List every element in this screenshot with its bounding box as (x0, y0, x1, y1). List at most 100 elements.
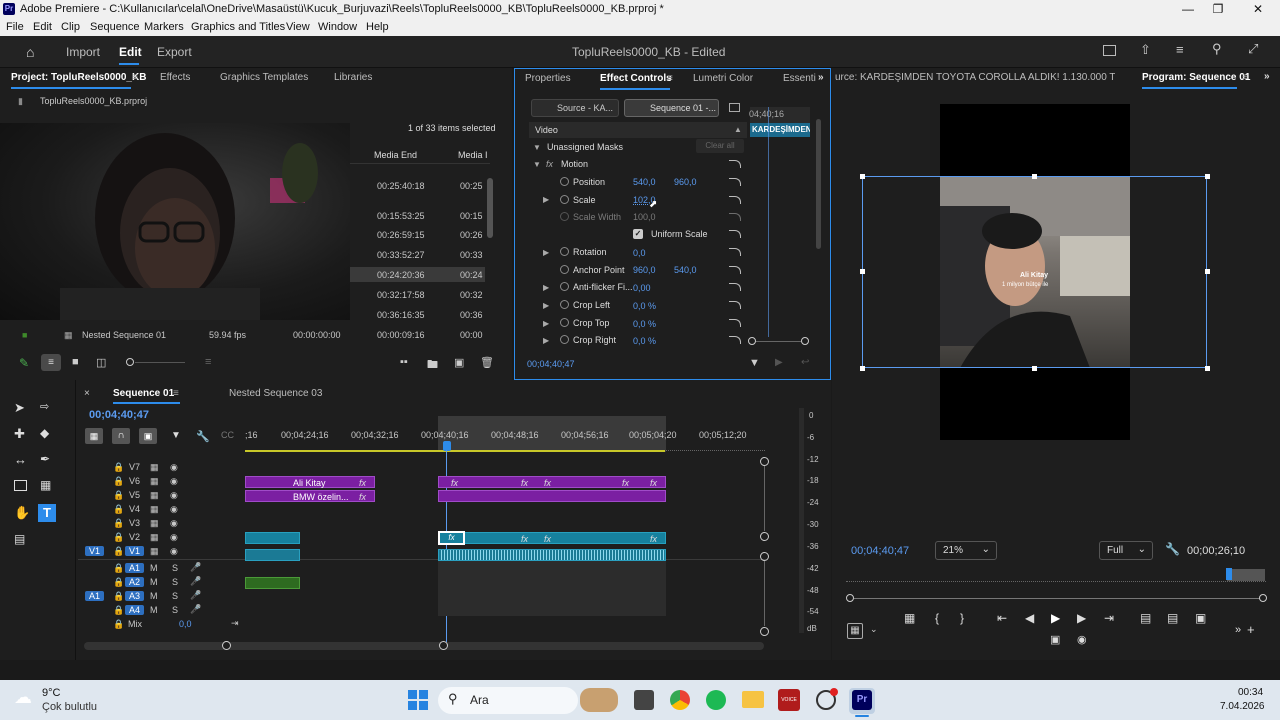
reset-antiflicker-icon[interactable] (729, 283, 741, 291)
reset-scale-icon[interactable] (729, 196, 741, 204)
close-icon[interactable]: ✕ (1248, 2, 1268, 16)
timeline-settings-icon[interactable]: 🔧 (196, 430, 210, 443)
menu-markers[interactable]: Markers (144, 21, 184, 33)
track-sync-icon[interactable]: ▦ (150, 532, 159, 543)
rotation-value[interactable]: 0,0 (633, 248, 646, 258)
program-playhead[interactable] (1226, 568, 1232, 580)
file-explorer-icon[interactable] (742, 691, 764, 708)
track-lock-icon[interactable]: 🔒 (113, 504, 124, 515)
expand-crop-right-icon[interactable]: ▶ (543, 336, 549, 345)
stopwatch-icon[interactable] (560, 335, 569, 344)
track-lock-icon[interactable]: 🔒 (113, 563, 124, 574)
tab-lumetri[interactable]: Lumetri Color (693, 73, 753, 84)
menu-clip[interactable]: Clip (61, 21, 80, 33)
mini-ruler-range[interactable] (1227, 569, 1265, 581)
clock-date[interactable]: 7.04.2026 (1220, 701, 1265, 712)
stopwatch-icon[interactable] (560, 265, 569, 274)
captions-icon[interactable]: CC (221, 430, 234, 440)
expand-antiflicker-icon[interactable]: ▶ (543, 283, 549, 292)
linked-selection-icon[interactable]: ▣ (139, 428, 157, 444)
source-patch-v1[interactable]: V1 (85, 546, 105, 556)
ec-timecode[interactable]: 00;04;40;47 (527, 359, 575, 369)
position-y-value[interactable]: 960,0 (674, 177, 697, 187)
ripple-edit-icon[interactable]: ✚ (14, 426, 25, 442)
expand-scale-icon[interactable]: ▶ (543, 195, 549, 204)
track-sync-icon[interactable]: ▦ (150, 504, 159, 515)
transform-handle[interactable] (1032, 174, 1037, 179)
expand-rotation-icon[interactable]: ▶ (543, 248, 549, 257)
track-eye-icon[interactable]: ◉ (170, 504, 178, 515)
mute-button[interactable]: M (150, 591, 158, 601)
new-bin-icon[interactable]: 🖿 (427, 356, 438, 375)
hand-tool-icon[interactable]: ✋ (14, 505, 30, 521)
play-icon[interactable]: ▶ (1051, 611, 1060, 625)
zoom-track[interactable] (854, 598, 1260, 599)
track-label-a4[interactable]: A4 (125, 605, 145, 615)
a-zoom-track[interactable] (764, 561, 765, 626)
clip-v1-b[interactable]: fx fx fx (438, 532, 666, 544)
mark-out-icon[interactable]: } (960, 611, 964, 625)
track-eye-icon[interactable]: ◉ (170, 490, 178, 501)
quality-dropdown[interactable]: Full ⌄ (1099, 541, 1153, 560)
project-scrollbar[interactable] (487, 178, 493, 238)
solo-button[interactable]: S (172, 577, 178, 587)
transform-bounding-box[interactable] (862, 176, 1207, 368)
zoom-handle-left[interactable] (748, 337, 756, 345)
track-sync-icon[interactable]: ▦ (150, 476, 159, 487)
ec-scrollbar[interactable] (816, 119, 821, 249)
search-box[interactable] (438, 687, 578, 714)
clock-time[interactable]: 00:34 (1238, 687, 1263, 698)
spotify-icon[interactable] (706, 690, 726, 710)
microphone-icon[interactable]: 🎤 (190, 604, 201, 615)
table-row[interactable]: 00:25:40:18 00:25 (350, 178, 485, 193)
anchor-x-value[interactable]: 960,0 (633, 265, 656, 275)
transform-handle[interactable] (1205, 269, 1210, 274)
col-media-in[interactable]: Media I (458, 150, 488, 160)
reset-crop-right-icon[interactable] (729, 336, 741, 344)
clip-selected[interactable]: fx (438, 531, 465, 545)
reset-uniform-icon[interactable] (729, 230, 741, 238)
source-patch-a1[interactable]: A1 (85, 591, 105, 601)
weather-icon[interactable]: ☁ (14, 687, 32, 708)
track-label-a1[interactable]: A1 (125, 563, 145, 573)
edit-tab[interactable]: Edit (119, 45, 142, 59)
expand-masks-icon[interactable]: ▼ (533, 143, 541, 152)
reset-position-icon[interactable] (729, 178, 741, 186)
share-icon[interactable]: ⇧ (1140, 42, 1151, 58)
timeline-timecode[interactable]: 00;04;40;47 (89, 409, 149, 421)
zoom-handle-right[interactable] (1259, 594, 1267, 602)
audio-clip-a3[interactable] (245, 577, 300, 589)
stopwatch-icon[interactable] (560, 282, 569, 291)
chrome-icon[interactable] (670, 690, 690, 710)
reset-rotation-icon[interactable] (729, 248, 741, 256)
position-x-value[interactable]: 540,0 (633, 177, 656, 187)
playhead-handle[interactable] (443, 441, 451, 451)
a-zoom-handle[interactable] (760, 627, 769, 636)
solo-button[interactable]: S (172, 605, 178, 615)
filter-icon[interactable]: ▼ (749, 357, 760, 369)
menu-help[interactable]: Help (366, 21, 389, 33)
list-view-icon[interactable]: ≡ (41, 354, 61, 371)
tab-effect-controls[interactable]: Effect Controls (600, 73, 672, 84)
v-zoom-handle[interactable] (760, 532, 769, 541)
track-sync-icon[interactable]: ▦ (150, 462, 159, 473)
search-icon[interactable]: ⚲ (1212, 41, 1222, 57)
voicemeeter-icon[interactable]: VOICE (778, 689, 800, 711)
step-back-icon[interactable]: ◀ (1025, 611, 1034, 625)
stopwatch-icon[interactable] (560, 195, 569, 204)
track-lock-icon[interactable]: 🔒 (113, 619, 124, 630)
fx-icon[interactable]: fx (546, 159, 553, 169)
track-lock-icon[interactable]: 🔒 (113, 490, 124, 501)
go-to-in-icon[interactable]: ⇤ (997, 611, 1007, 625)
clip-bmw[interactable]: BMW özelin... fx (245, 490, 375, 502)
transform-handle[interactable] (1205, 174, 1210, 179)
go-to-out-icon[interactable]: ⇥ (1104, 611, 1114, 625)
track-label-a2[interactable]: A2 (125, 577, 145, 587)
source-button[interactable]: Source - KA... (531, 99, 619, 117)
import-tab[interactable]: Import (66, 45, 100, 59)
anti-flicker-value[interactable]: 0,00 (633, 283, 651, 293)
caption-tool-icon[interactable]: ▤ (14, 532, 25, 546)
tab-source[interactable]: urce: KARDEŞİMDEN TOYOTA COROLLA ALDIK! … (835, 72, 1115, 83)
tab-nested-sequence-03[interactable]: Nested Sequence 03 (229, 388, 322, 399)
table-row[interactable]: 00:26:59:15 00:26 (350, 227, 485, 242)
